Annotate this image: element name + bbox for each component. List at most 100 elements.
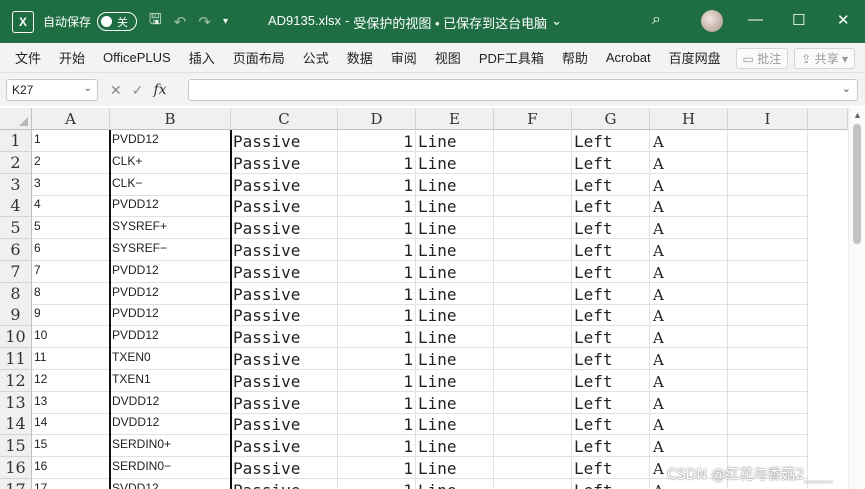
customize-toolbar-icon[interactable]: ▾ xyxy=(223,16,228,27)
column-header-b[interactable]: B xyxy=(110,108,231,130)
comments-button[interactable]: ▭ 批注 xyxy=(735,48,789,69)
avatar[interactable] xyxy=(701,10,723,32)
cell-f[interactable] xyxy=(494,151,572,174)
cell-e[interactable]: Line xyxy=(416,282,494,305)
cell-f[interactable] xyxy=(494,413,572,436)
cell-d[interactable]: 1 xyxy=(338,151,416,174)
cell-a[interactable]: 13 xyxy=(32,391,110,414)
cell-c[interactable]: Passive xyxy=(231,326,338,349)
cell-d[interactable]: 1 xyxy=(338,260,416,283)
cell-d[interactable]: 1 xyxy=(338,413,416,436)
minimize-button[interactable]: — xyxy=(748,11,763,28)
cell-b[interactable]: DVDD12 xyxy=(110,391,231,414)
cell-h[interactable]: A xyxy=(650,369,728,392)
cell-a[interactable]: 6 xyxy=(32,239,110,261)
cancel-icon[interactable]: ✕ xyxy=(110,82,122,99)
cell-h[interactable]: A xyxy=(650,260,728,283)
cell-g[interactable]: Left xyxy=(572,217,650,240)
cell-e[interactable]: Line xyxy=(416,173,494,196)
cell-e[interactable]: Line xyxy=(416,195,494,218)
cell-b[interactable]: SYSREF+ xyxy=(110,217,231,240)
cell-i[interactable] xyxy=(728,151,808,174)
column-header-a[interactable]: A xyxy=(32,108,110,130)
row-header[interactable]: 16 xyxy=(0,457,32,479)
row-header[interactable]: 12 xyxy=(0,369,32,392)
cell-i[interactable] xyxy=(728,348,808,370)
cell-a[interactable]: 1 xyxy=(32,130,110,152)
row-header[interactable]: 8 xyxy=(0,282,32,305)
tab-pdf-tools[interactable]: PDF工具箱 xyxy=(470,48,553,67)
cell-a[interactable]: 17 xyxy=(32,478,110,489)
row-header[interactable]: 14 xyxy=(0,413,32,436)
name-box[interactable]: K27 ⌄ xyxy=(6,79,98,101)
autosave-toggle[interactable]: 关 xyxy=(97,12,138,31)
share-button[interactable]: ⇪ 共享 ▾ xyxy=(794,48,855,69)
tab-officeplus[interactable]: OfficePLUS xyxy=(94,50,180,65)
cell-i[interactable] xyxy=(728,369,808,392)
insert-function-icon[interactable]: fx xyxy=(153,82,166,98)
cell-c[interactable]: Passive xyxy=(231,348,338,370)
cell-e[interactable]: Line xyxy=(416,151,494,174)
row-header[interactable]: 6 xyxy=(0,239,32,261)
cell-g[interactable]: Left xyxy=(572,151,650,174)
cell-d[interactable]: 1 xyxy=(338,369,416,392)
tab-baidu-netdisk[interactable]: 百度网盘 xyxy=(660,48,730,67)
cell-g[interactable]: Left xyxy=(572,457,650,479)
cell-h[interactable]: A xyxy=(650,195,728,218)
cell-f[interactable] xyxy=(494,173,572,196)
cell-i[interactable] xyxy=(728,413,808,436)
cell-i[interactable] xyxy=(728,239,808,261)
tab-acrobat[interactable]: Acrobat xyxy=(597,50,660,65)
cell-f[interactable] xyxy=(494,348,572,370)
row-header[interactable]: 5 xyxy=(0,217,32,240)
maximize-button[interactable]: ☐ xyxy=(792,11,805,29)
cell-d[interactable]: 1 xyxy=(338,304,416,327)
vertical-scrollbar[interactable]: ▲ xyxy=(848,108,865,489)
cell-h[interactable]: A xyxy=(650,282,728,305)
tab-page-layout[interactable]: 页面布局 xyxy=(224,48,294,67)
tab-view[interactable]: 视图 xyxy=(426,48,470,67)
cell-i[interactable] xyxy=(728,282,808,305)
row-header[interactable]: 13 xyxy=(0,391,32,414)
cell-h[interactable]: A xyxy=(650,435,728,458)
cell-d[interactable]: 1 xyxy=(338,391,416,414)
cell-e[interactable]: Line xyxy=(416,239,494,261)
row-header[interactable]: 10 xyxy=(0,326,32,349)
column-header-extra[interactable] xyxy=(808,108,848,130)
cell-b[interactable]: CLK− xyxy=(110,173,231,196)
cell-a[interactable]: 7 xyxy=(32,260,110,283)
cell-b[interactable]: SERDIN0− xyxy=(110,457,231,479)
close-button[interactable]: ✕ xyxy=(837,11,850,29)
cell-c[interactable]: Passive xyxy=(231,195,338,218)
cell-b[interactable]: SERDIN0+ xyxy=(110,435,231,458)
cell-h[interactable]: A xyxy=(650,239,728,261)
cell-g[interactable]: Left xyxy=(572,413,650,436)
row-header[interactable]: 15 xyxy=(0,435,32,458)
cell-a[interactable]: 3 xyxy=(32,173,110,196)
cell-f[interactable] xyxy=(494,239,572,261)
cell-e[interactable]: Line xyxy=(416,435,494,458)
chevron-down-icon[interactable]: ⌄ xyxy=(84,83,92,97)
cell-f[interactable] xyxy=(494,457,572,479)
cell-e[interactable]: Line xyxy=(416,478,494,489)
cell-b[interactable]: TXEN0 xyxy=(110,348,231,370)
cell-a[interactable]: 12 xyxy=(32,369,110,392)
cell-h[interactable]: A xyxy=(650,130,728,152)
cell-g[interactable]: Left xyxy=(572,348,650,370)
row-header[interactable]: 1 xyxy=(0,130,32,152)
cell-a[interactable]: 8 xyxy=(32,282,110,305)
cell-f[interactable] xyxy=(494,260,572,283)
row-header[interactable]: 4 xyxy=(0,195,32,218)
cell-i[interactable] xyxy=(728,326,808,349)
cell-a[interactable]: 9 xyxy=(32,304,110,327)
tab-data[interactable]: 数据 xyxy=(338,48,382,67)
cell-g[interactable]: Left xyxy=(572,282,650,305)
cell-b[interactable]: PVDD12 xyxy=(110,260,231,283)
tab-formulas[interactable]: 公式 xyxy=(294,48,338,67)
cell-f[interactable] xyxy=(494,435,572,458)
cell-c[interactable]: Passive xyxy=(231,173,338,196)
cell-b[interactable]: DVDD12 xyxy=(110,413,231,436)
column-header-i[interactable]: I xyxy=(728,108,808,130)
cell-c[interactable]: Passive xyxy=(231,282,338,305)
cell-b[interactable]: PVDD12 xyxy=(110,282,231,305)
